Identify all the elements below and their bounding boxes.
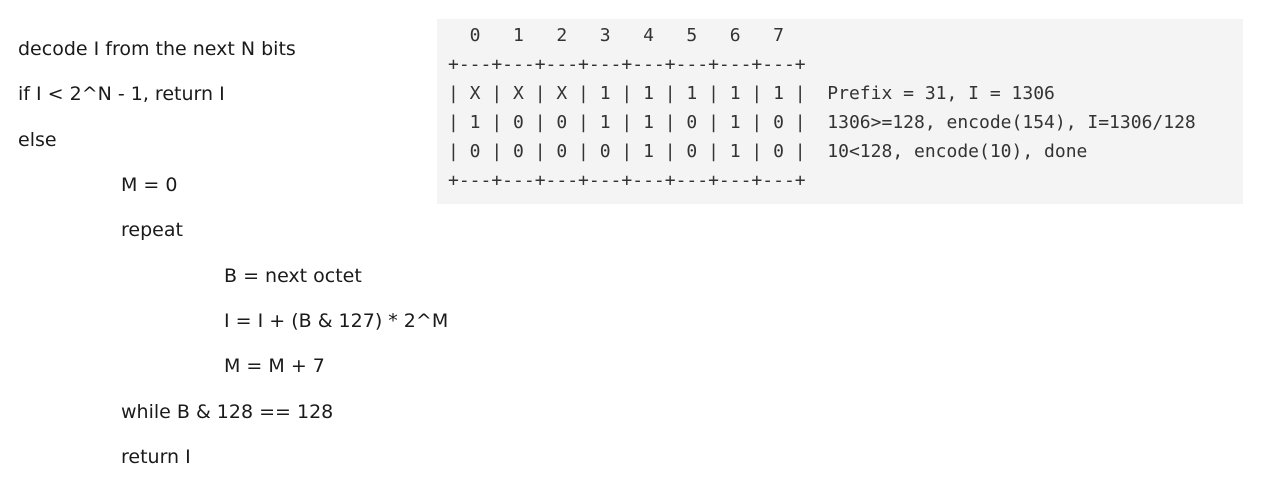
table-border-bottom: +---+---+---+---+---+---+---+---+ (448, 170, 806, 191)
pseudocode-line-accumulate: I = I + (B & 127) * 2^M (224, 310, 449, 332)
pseudocode-line-return: return I (121, 446, 191, 468)
bit-index-header: 0 1 2 3 4 5 6 7 (448, 25, 784, 46)
example-row-octet-2: | 0 | 0 | 0 | 0 | 1 | 0 | 1 | 0 | 10<128… (448, 141, 1088, 162)
table-border-top: +---+---+---+---+---+---+---+---+ (448, 54, 806, 75)
pseudocode-line-repeat: repeat (121, 219, 183, 241)
pseudocode-line-decode: decode I from the next N bits (18, 38, 296, 60)
pseudocode-line-m-init: M = 0 (121, 174, 178, 196)
pseudocode-line-next-octet: B = next octet (224, 265, 362, 287)
pseudocode-line-if: if I < 2^N - 1, return I (18, 83, 225, 105)
example-row-octet-1: | 1 | 0 | 0 | 1 | 1 | 0 | 1 | 0 | 1306>=… (448, 112, 1196, 133)
pseudocode-line-while: while B & 128 == 128 (121, 401, 334, 423)
pseudocode-line-else: else (18, 129, 57, 151)
pseudocode-line-m-increment: M = M + 7 (224, 355, 325, 377)
encoding-example-block: 0 1 2 3 4 5 6 7 +---+---+---+---+---+---… (437, 19, 1243, 204)
example-row-prefix: | X | X | X | 1 | 1 | 1 | 1 | 1 | Prefix… (448, 83, 1055, 104)
